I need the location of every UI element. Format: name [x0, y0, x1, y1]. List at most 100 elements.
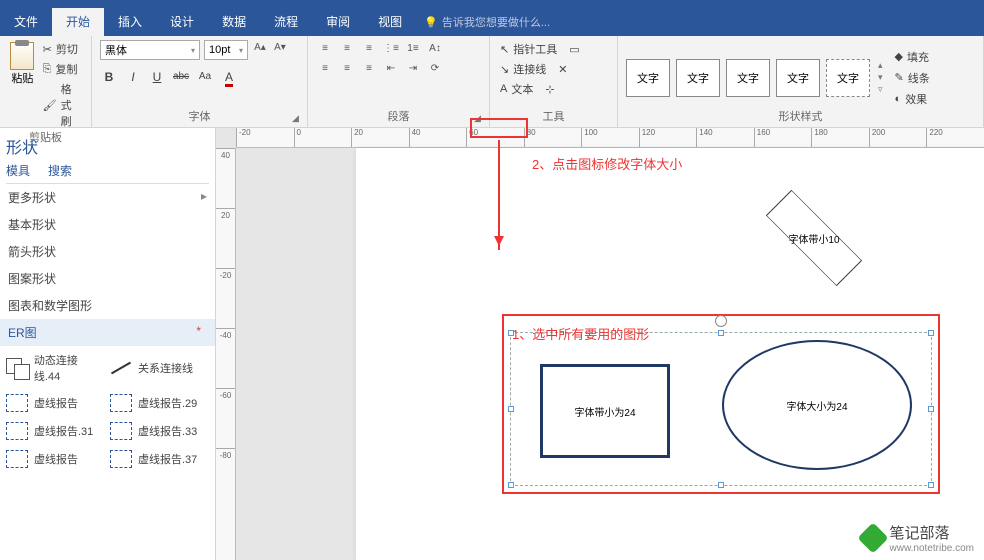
stencil-report-1[interactable]: 虚线报告: [6, 394, 98, 412]
stencil-report-33[interactable]: 虚线报告.33: [110, 422, 202, 440]
tab-process[interactable]: 流程: [260, 8, 312, 36]
shape-style-5[interactable]: 文字: [826, 59, 870, 97]
shapes-cat-arrow[interactable]: 箭头形状: [0, 238, 215, 265]
style-gallery-down[interactable]: ▾: [878, 72, 883, 83]
cut-button[interactable]: ✂剪切: [41, 40, 83, 58]
resize-handle-sw[interactable]: [508, 482, 514, 488]
align-right-button[interactable]: ≡: [360, 60, 378, 76]
watermark-icon: [857, 522, 888, 553]
grow-font-button[interactable]: A▴: [252, 42, 268, 58]
shape-ellipse[interactable]: 字体大小为24: [722, 340, 912, 470]
line-button[interactable]: ✎线条: [893, 69, 932, 87]
rotate-handle[interactable]: [715, 315, 727, 327]
chevron-down-icon: ▾: [191, 46, 195, 55]
annotation-highlight-box: [470, 118, 528, 138]
tab-review[interactable]: 审阅: [312, 8, 364, 36]
format-painter-button[interactable]: 🖌格式刷: [41, 80, 83, 130]
effects-icon: ◐: [895, 93, 902, 105]
tab-file[interactable]: 文件: [0, 8, 52, 36]
shapes-cat-more[interactable]: 更多形状 ▸: [0, 184, 215, 211]
resize-handle-ne[interactable]: [928, 330, 934, 336]
connect-point-button[interactable]: ⊹: [543, 80, 556, 98]
shape-style-2[interactable]: 文字: [676, 59, 720, 97]
tab-view[interactable]: 视图: [364, 8, 416, 36]
dashed-box-icon: [6, 422, 28, 440]
rotate-text-button[interactable]: ⟳: [426, 60, 444, 76]
shapes-tab-stencil[interactable]: 模具: [6, 162, 30, 179]
shapes-pane: 形状 模具 搜索 更多形状 ▸ 基本形状 箭头形状 图案形状 图表和数学图形 E…: [0, 128, 216, 560]
pointer-icon: ↖: [500, 43, 509, 56]
dashed-box-icon: [6, 394, 28, 412]
stencil-report-31[interactable]: 虚线报告.31: [6, 422, 98, 440]
decrease-indent-button[interactable]: ⇤: [382, 60, 400, 76]
copy-button[interactable]: ⎘复制: [41, 60, 83, 78]
rectangle-tool-button[interactable]: ▭: [567, 40, 581, 58]
shapes-cat-chart[interactable]: 图表和数学图形: [0, 292, 215, 319]
tell-me-search[interactable]: 💡 告诉我您想要做什么...: [424, 14, 550, 30]
strike-button[interactable]: abc: [172, 68, 190, 86]
paste-icon: [10, 42, 34, 70]
connect-point-icon: ⊹: [545, 83, 554, 96]
shape-style-3[interactable]: 文字: [726, 59, 770, 97]
text-direction-button[interactable]: A↕: [426, 40, 444, 56]
align-left-button[interactable]: ≡: [316, 60, 334, 76]
numbering-button[interactable]: 1≡: [404, 40, 422, 56]
font-size-select[interactable]: 10pt▾: [204, 40, 248, 60]
text-tool-button[interactable]: A文本: [498, 80, 535, 98]
style-gallery-more[interactable]: ▿: [878, 84, 883, 95]
group-label-shape-styles: 形状样式: [626, 109, 975, 125]
bulb-icon: 💡: [424, 16, 438, 29]
rel-connector-icon: [111, 362, 131, 375]
stencil-dynamic-connector[interactable]: 动态连接线.44: [6, 352, 98, 384]
shape-style-1[interactable]: 文字: [626, 59, 670, 97]
bullets-button[interactable]: ⋮≡: [382, 40, 400, 56]
fill-icon: ◆: [895, 50, 903, 63]
font-dialog-launcher[interactable]: ◢: [292, 113, 304, 125]
resize-handle-n[interactable]: [718, 330, 724, 336]
shape-style-4[interactable]: 文字: [776, 59, 820, 97]
stencil-report-37[interactable]: 虚线报告.37: [110, 450, 202, 468]
style-gallery-up[interactable]: ▴: [878, 60, 883, 71]
font-name-select[interactable]: 黑体▾: [100, 40, 200, 60]
watermark: 笔记部落 www.notetribe.com: [862, 522, 974, 554]
shapes-tab-search[interactable]: 搜索: [48, 162, 72, 179]
font-color-button[interactable]: A: [220, 68, 238, 86]
align-bottom-button[interactable]: ≡: [360, 40, 378, 56]
tab-design[interactable]: 设计: [156, 8, 208, 36]
align-center-button[interactable]: ≡: [338, 60, 356, 76]
x-icon: ✕: [558, 63, 567, 76]
group-label-font: 字体: [100, 109, 299, 125]
ribbon-tabs: 文件 开始 插入 设计 数据 流程 审阅 视图 💡 告诉我您想要做什么...: [0, 8, 984, 36]
shrink-font-button[interactable]: A▾: [272, 42, 288, 58]
connector-tool-button[interactable]: ↘连接线: [498, 60, 548, 78]
tab-insert[interactable]: 插入: [104, 8, 156, 36]
shapes-cat-pattern[interactable]: 图案形状: [0, 265, 215, 292]
x-tool-button[interactable]: ✕: [556, 60, 569, 78]
pointer-tool-button[interactable]: ↖指针工具: [498, 40, 559, 58]
stencil-area: 动态连接线.44 关系连接线 虚线报告 虚线报告.29 虚线报告.31 虚线报告…: [0, 346, 215, 560]
shape-rectangle[interactable]: 字体带小为24: [540, 364, 670, 458]
underline-button[interactable]: U: [148, 68, 166, 86]
align-top-button[interactable]: ≡: [316, 40, 334, 56]
effects-button[interactable]: ◐效果: [893, 90, 932, 108]
shape-diamond[interactable]: 字体带小10: [764, 208, 864, 268]
resize-handle-e[interactable]: [928, 406, 934, 412]
resize-handle-w[interactable]: [508, 406, 514, 412]
scissors-icon: ✂: [43, 43, 52, 56]
italic-button[interactable]: I: [124, 68, 142, 86]
fill-button[interactable]: ◆填充: [893, 48, 932, 66]
stencil-report-1b[interactable]: 虚线报告: [6, 450, 98, 468]
increase-indent-button[interactable]: ⇥: [404, 60, 422, 76]
stencil-report-29[interactable]: 虚线报告.29: [110, 394, 202, 412]
tab-data[interactable]: 数据: [208, 8, 260, 36]
bold-button[interactable]: B: [100, 68, 118, 86]
paste-button[interactable]: 粘贴: [8, 40, 37, 88]
align-middle-button[interactable]: ≡: [338, 40, 356, 56]
shapes-cat-basic[interactable]: 基本形状: [0, 211, 215, 238]
shapes-cat-er[interactable]: ER图*: [0, 319, 215, 346]
resize-handle-se[interactable]: [928, 482, 934, 488]
resize-handle-s[interactable]: [718, 482, 724, 488]
change-case-button[interactable]: Aa: [196, 68, 214, 86]
stencil-relation-connector[interactable]: 关系连接线: [110, 352, 202, 384]
tab-home[interactable]: 开始: [52, 8, 104, 36]
